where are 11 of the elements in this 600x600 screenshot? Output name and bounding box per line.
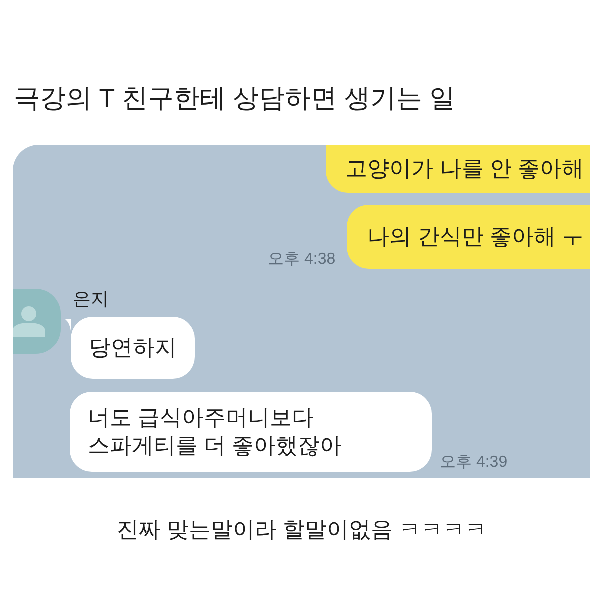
caption-text: 진짜 맞는말이라 할말이없음 ㅋㅋㅋㅋ	[116, 516, 488, 544]
message-bubble: 나의 간식만 좋아해 ㅜ	[346, 205, 590, 269]
message-bubble: 당연하지	[71, 317, 195, 379]
timestamp: 오후 4:38	[268, 251, 336, 269]
timestamp: 오후 4:39	[440, 454, 508, 472]
post-title: 극강의 T 친구한테 상담하면 생기는 일	[14, 82, 456, 115]
avatar-icon	[13, 289, 61, 354]
sender-name: 은지	[73, 289, 109, 309]
message-bubble: 너도 급식아주머니보다 스파게티를 더 좋아했잖아	[70, 392, 432, 472]
message-bubble: 고양이가 나를 안 좋아해	[326, 145, 590, 193]
speech-tail-icon	[65, 319, 71, 331]
